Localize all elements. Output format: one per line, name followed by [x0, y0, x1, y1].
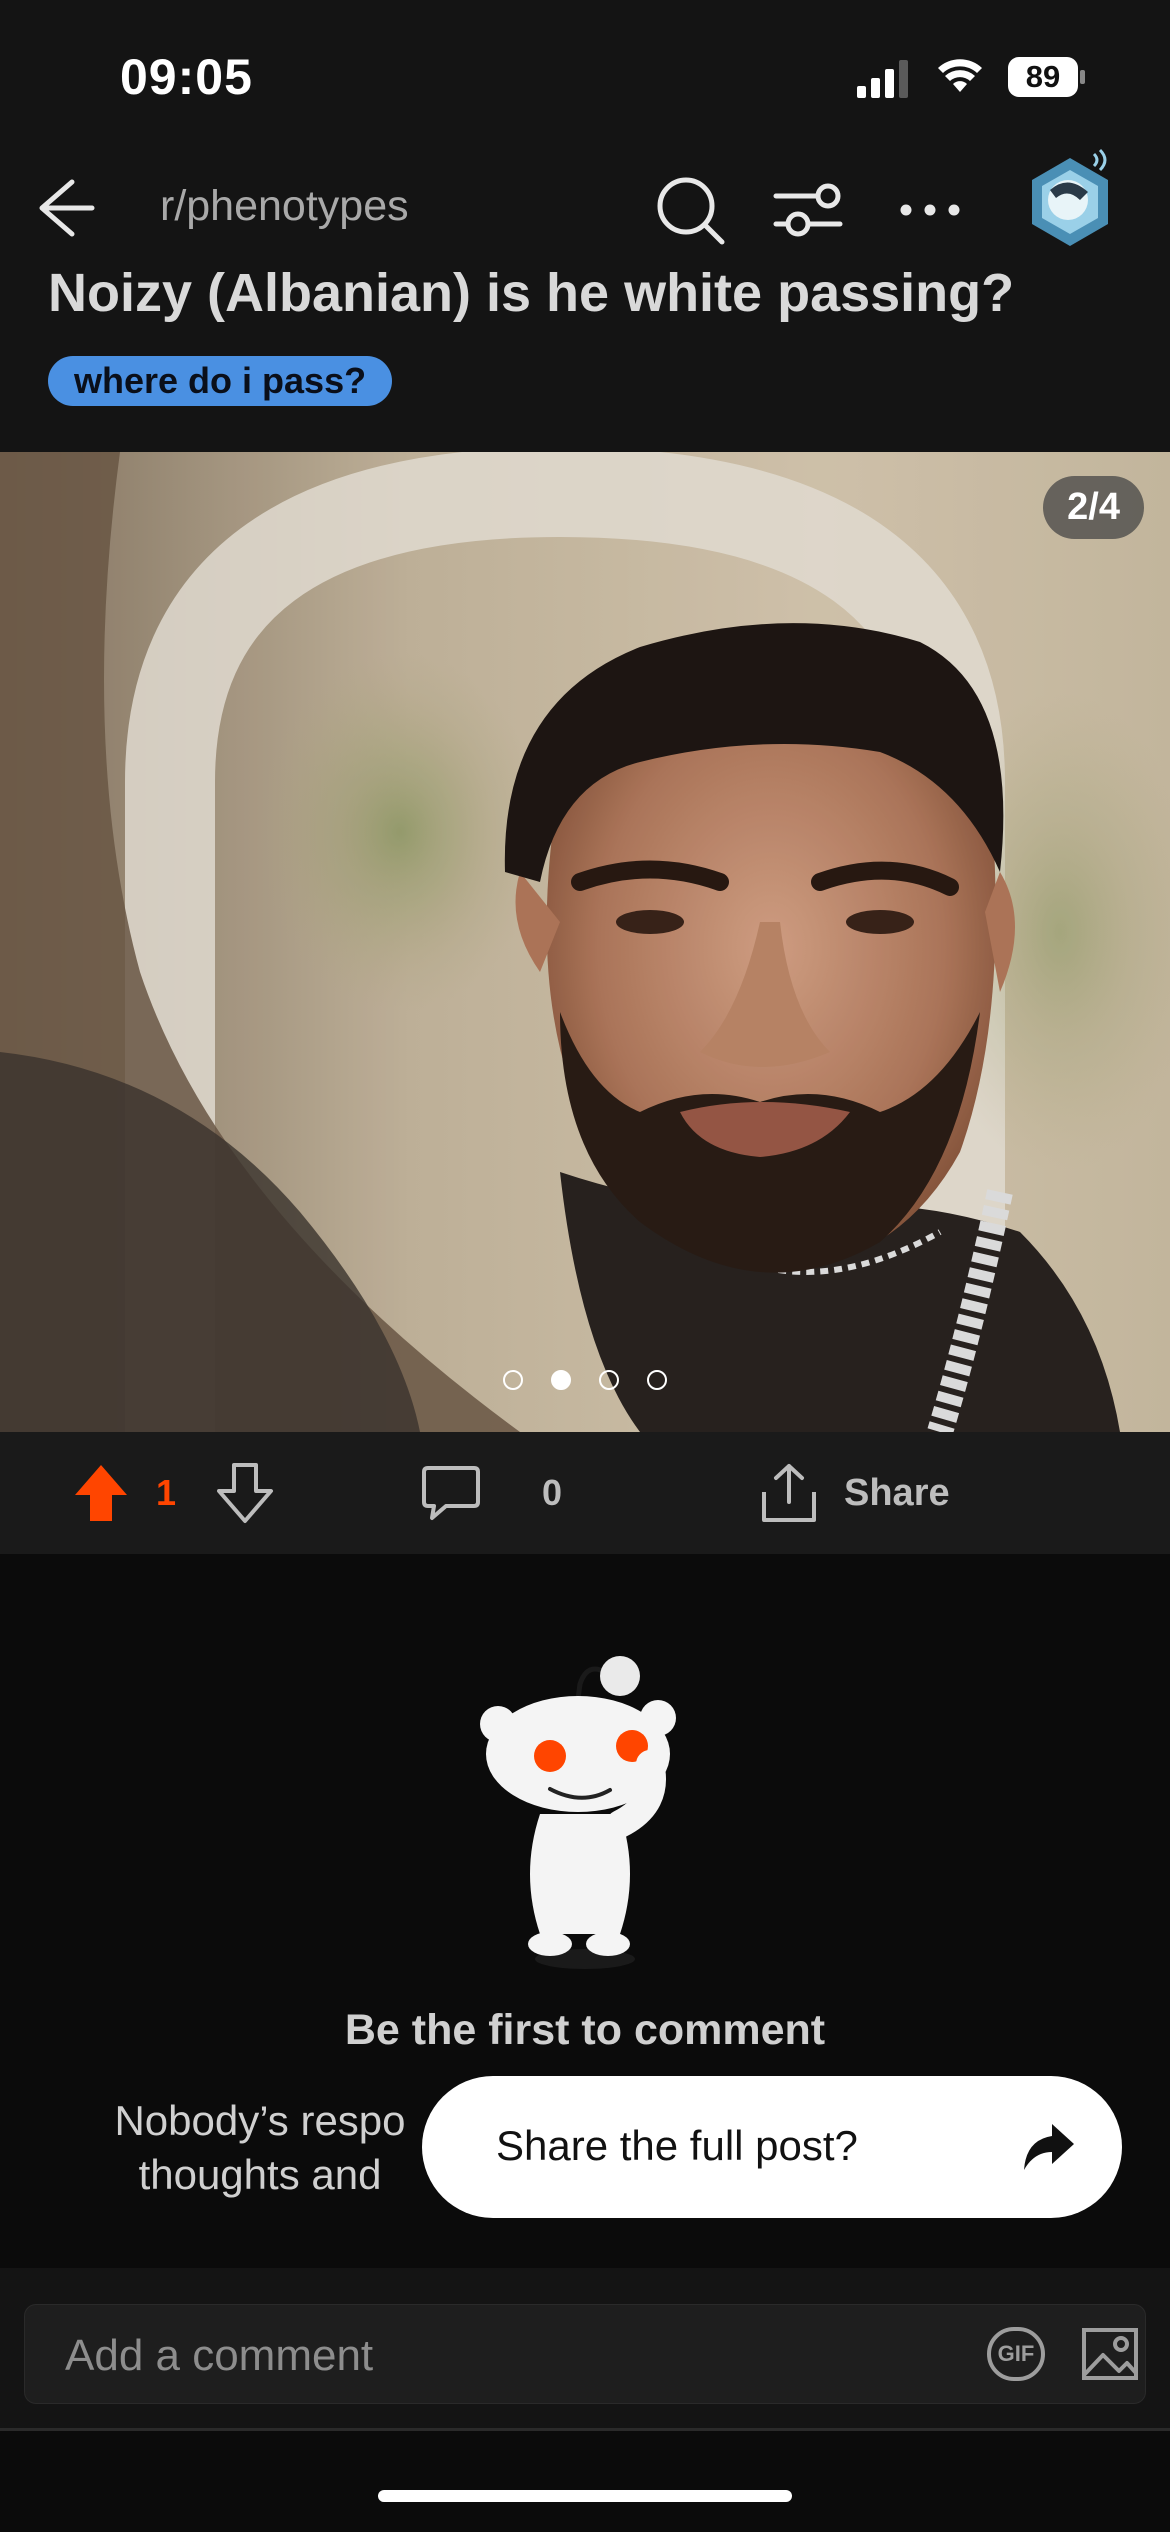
- gif-button[interactable]: GIF: [987, 2327, 1045, 2381]
- battery-level: 89: [1025, 59, 1061, 94]
- cellular-signal-icon: [857, 60, 908, 98]
- vote-count: 1: [156, 1472, 177, 1513]
- share-label: Share: [844, 1471, 950, 1514]
- more-options-icon[interactable]: [890, 170, 970, 250]
- downvote-icon[interactable]: [216, 1462, 274, 1524]
- carousel-dots: [503, 1370, 667, 1390]
- post-title[interactable]: Noizy (Albanian) is he white passing?: [48, 262, 1014, 324]
- carousel-dot[interactable]: [503, 1370, 523, 1390]
- composer-divider: [0, 2428, 1170, 2431]
- toast-text: Share the full post?: [496, 2122, 858, 2169]
- post-image-carousel[interactable]: 2/4: [0, 452, 1170, 1432]
- status-time: 09:05: [120, 49, 253, 105]
- subreddit-name[interactable]: r/phenotypes: [160, 182, 409, 231]
- share-arrow-icon: [1024, 2124, 1074, 2170]
- sort-filter-icon[interactable]: [768, 170, 848, 250]
- comment-count: 0: [542, 1472, 563, 1513]
- add-comment-input[interactable]: Add a comment GIF: [24, 2304, 1146, 2404]
- battery-icon: 89: [1007, 56, 1087, 98]
- top-navigation: r/phenotypes: [0, 150, 1170, 270]
- share-button[interactable]: Share: [758, 1458, 950, 1528]
- back-arrow-icon[interactable]: [20, 172, 100, 244]
- carousel-dot[interactable]: [647, 1370, 667, 1390]
- upvote-icon[interactable]: [72, 1462, 130, 1524]
- image-counter-badge: 2/4: [1043, 476, 1144, 539]
- vote-control: 1: [72, 1458, 274, 1528]
- comment-composer: Add a comment GIF: [0, 2268, 1170, 2428]
- comments-button[interactable]: 0: [420, 1458, 562, 1528]
- image-upload-icon[interactable]: [1081, 2325, 1139, 2383]
- share-full-post-toast[interactable]: Share the full post?: [422, 2076, 1122, 2218]
- post-action-bar: 1 0 Share: [0, 1432, 1170, 1554]
- share-upload-icon: [762, 1464, 816, 1522]
- post-flair[interactable]: where do i pass?: [48, 356, 393, 406]
- carousel-dot-active[interactable]: [551, 1370, 571, 1390]
- post-photo: [0, 452, 1170, 1432]
- search-icon[interactable]: [650, 170, 730, 250]
- empty-comments-headline: Be the first to comment: [344, 2006, 826, 2054]
- comment-bubble-icon: [422, 1466, 480, 1520]
- status-bar: 09:05 89: [0, 0, 1170, 150]
- home-indicator[interactable]: [378, 2490, 792, 2502]
- snoo-mascot-icon: [480, 1656, 676, 1969]
- carousel-dot[interactable]: [599, 1370, 619, 1390]
- wifi-icon: [938, 59, 982, 92]
- user-avatar[interactable]: [1020, 140, 1120, 260]
- comment-placeholder: Add a comment: [65, 2331, 374, 2380]
